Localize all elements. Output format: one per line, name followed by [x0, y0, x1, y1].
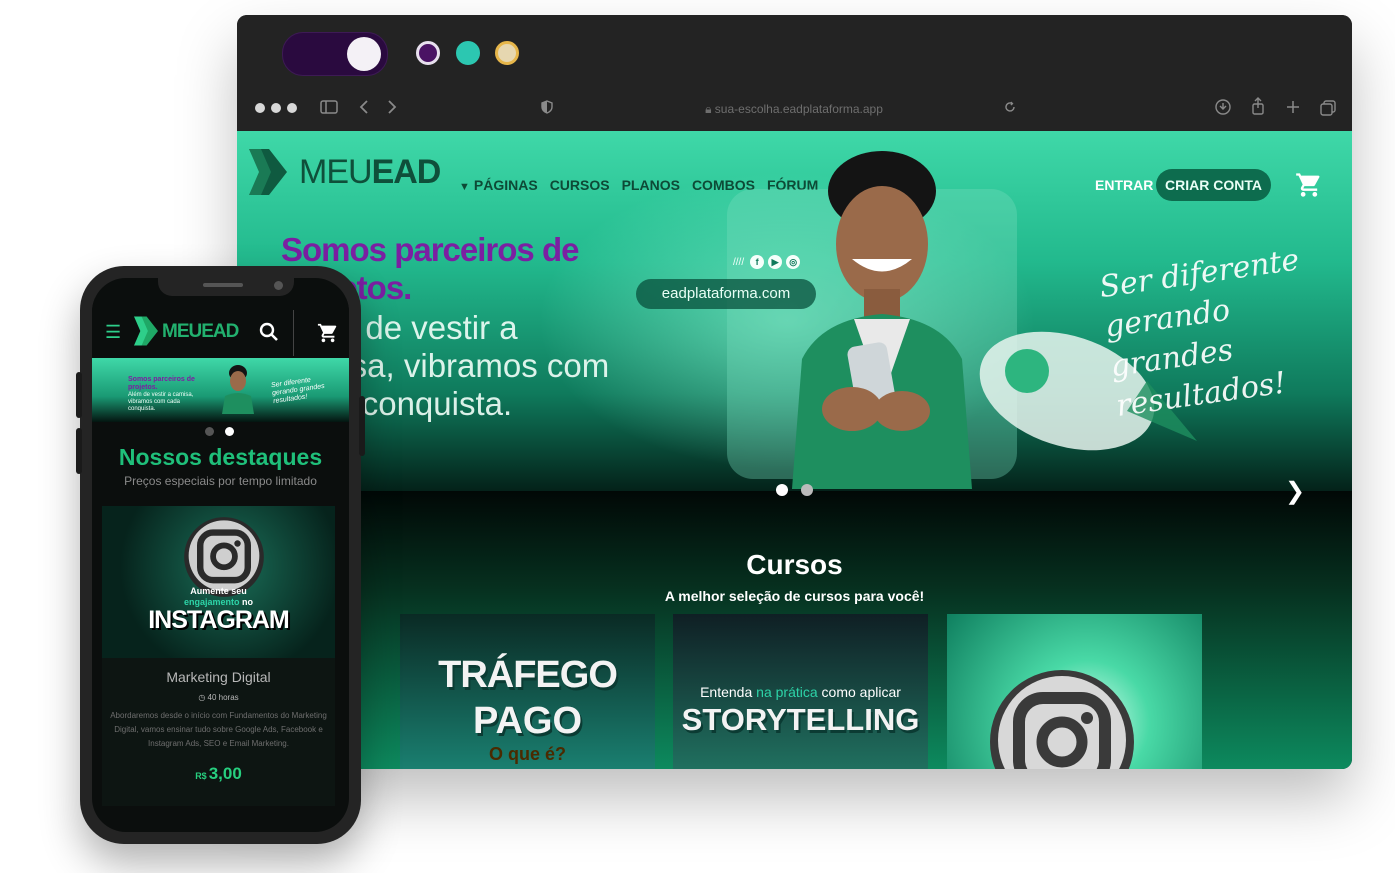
hero-slider-dots [776, 484, 813, 496]
download-icon[interactable] [1215, 99, 1231, 115]
window-zoom-button[interactable] [287, 103, 297, 113]
cursos-title: Cursos [746, 549, 843, 580]
course-card-instagram[interactable] [947, 614, 1202, 769]
phone-volume-up-button [76, 372, 82, 418]
signup-button[interactable]: CRIAR CONTA [1156, 169, 1271, 201]
nav-item-planos[interactable]: PLANOS [622, 177, 680, 193]
website-page: MEUEAD ▼ PÁGINAS CURSOS PLANOS COMBOS FÓR… [237, 131, 1352, 769]
mobile-screen: ☰ MEUEAD Somos parceiros de projetos. Al… [92, 278, 349, 832]
phone-power-button [359, 396, 365, 456]
window-minimize-button[interactable] [271, 103, 281, 113]
mobile-hero-banner[interactable]: Somos parceiros de projetos. Além de ves… [92, 358, 349, 422]
course-card-line2: PAGO [472, 700, 583, 742]
phone-notch [158, 278, 294, 296]
cart-icon[interactable] [1295, 171, 1323, 199]
course-card-title: STORYTELLING [681, 702, 920, 737]
search-icon[interactable] [259, 322, 279, 342]
course-card-trafego[interactable]: TRÁFEGO PAGO O que é? [400, 614, 655, 769]
mobile-banner-title: Somos parceiros de projetos. [128, 376, 195, 391]
sidebar-icon[interactable] [320, 100, 338, 114]
theme-toggle[interactable] [282, 32, 388, 76]
mobile-slider-dot-2[interactable] [225, 427, 234, 436]
address-bar[interactable]: 🔒︎ sua-escolha.eadplataforma.app [704, 101, 884, 117]
color-swatch-gold[interactable] [495, 41, 519, 65]
back-icon[interactable] [359, 99, 369, 115]
mobile-device: ☰ MEUEAD Somos parceiros de projetos. Al… [76, 266, 365, 844]
card-img-line3: INSTAGRAM [148, 606, 290, 634]
course-card-marketing[interactable]: Aumente seu engajamento no INSTAGRAM Mar… [102, 506, 335, 806]
meuead-logo-text[interactable]: MEUEAD [299, 153, 442, 192]
price-value: 3,00 [208, 764, 242, 783]
mobile-slider-dots [205, 427, 234, 436]
card-img-line1: Aumente seu [190, 586, 247, 596]
tabs-overview-icon[interactable] [1320, 100, 1336, 116]
slider-dot-2[interactable] [801, 484, 813, 496]
logo-suffix: EAD [371, 153, 442, 191]
color-swatch-purple[interactable] [416, 41, 440, 65]
course-card-line3: O que é? [488, 744, 566, 764]
mobile-logo-text[interactable]: MEUEAD [162, 321, 239, 343]
youtube-icon[interactable]: ▶ [768, 255, 783, 269]
header-divider [293, 310, 294, 356]
lock-icon: 🔒︎ [705, 102, 715, 116]
facebook-icon[interactable]: f [750, 255, 765, 269]
reload-icon[interactable] [1004, 101, 1016, 113]
window-close-button[interactable] [255, 103, 265, 113]
clock-icon: ◷ [198, 693, 208, 702]
mobile-header: ☰ MEUEAD [92, 298, 349, 358]
course-card-image: Aumente seu engajamento no INSTAGRAM [102, 506, 335, 658]
mobile-cart-icon[interactable] [317, 322, 339, 344]
logo-prefix: MEU [299, 153, 373, 191]
mobile-slider-dot-1[interactable] [205, 427, 214, 436]
browser-toolbar: 🔒︎ sua-escolha.eadplataforma.app [237, 15, 1352, 131]
nav-label: PÁGINAS [473, 177, 538, 193]
mobile-banner-script: Ser diferente gerando grandes resultados… [270, 376, 326, 406]
course-card-line1: TRÁFEGO [438, 654, 618, 696]
phone-volume-down-button [76, 428, 82, 474]
cursos-subtitle: A melhor seleção de cursos para você! [664, 588, 925, 604]
color-swatch-teal[interactable] [456, 41, 480, 65]
course-description: Abordaremos desde o início com Fundament… [110, 711, 327, 748]
highlights-title: Nossos destaques [118, 444, 323, 470]
tagline-pre: Entenda [700, 684, 757, 700]
mobile-logo-icon[interactable] [134, 316, 158, 346]
course-card-tagline: Entenda na prática como aplicar [673, 684, 928, 700]
decor-lines-icon: //// [733, 256, 745, 268]
hero-script-text: Ser diferente gerando grandes resultados… [1097, 242, 1302, 424]
new-tab-icon[interactable] [1286, 100, 1300, 114]
hero-person-image [792, 151, 972, 489]
front-camera [274, 281, 283, 290]
mobile-banner-person [222, 365, 254, 414]
highlights-subtitle: Preços especiais por tempo limitado [124, 474, 317, 488]
browser-window: 🔒︎ sua-escolha.eadplataforma.app MEUEAD … [237, 15, 1352, 769]
course-card-storytelling[interactable]: Entenda na prática como aplicar STORYTEL… [673, 614, 928, 769]
slider-dot-1[interactable] [776, 484, 788, 496]
chevron-down-icon: ▼ [459, 181, 470, 193]
share-icon[interactable] [1251, 97, 1265, 115]
tagline-accent: na prática [756, 684, 818, 700]
login-button[interactable]: ENTRAR [1095, 177, 1153, 193]
slider-next-arrow-icon[interactable]: ❯ [1285, 477, 1305, 506]
shield-icon[interactable] [541, 100, 553, 114]
course-category: Marketing Digital [166, 669, 271, 685]
duration-text: 40 horas [207, 693, 239, 702]
address-text: sua-escolha.eadplataforma.app [714, 102, 883, 116]
course-price: R$ 3,00 [102, 764, 335, 784]
forward-icon[interactable] [387, 99, 397, 115]
speaker-grille [203, 283, 243, 287]
tagline-post: como aplicar [817, 684, 901, 700]
price-currency: R$ [195, 771, 207, 781]
nav-item-cursos[interactable]: CURSOS [550, 177, 610, 193]
meuead-logo-icon[interactable] [249, 149, 287, 195]
nav-item-paginas[interactable]: ▼ PÁGINAS [459, 177, 538, 193]
mobile-banner-subtitle: Além de vestir a camisa, vibramos com ca… [128, 392, 194, 412]
hamburger-menu-icon[interactable]: ☰ [105, 322, 121, 343]
theme-toggle-knob[interactable] [347, 37, 381, 71]
instagram-icon [990, 670, 1134, 769]
course-duration: ◷ 40 horas [102, 693, 335, 702]
